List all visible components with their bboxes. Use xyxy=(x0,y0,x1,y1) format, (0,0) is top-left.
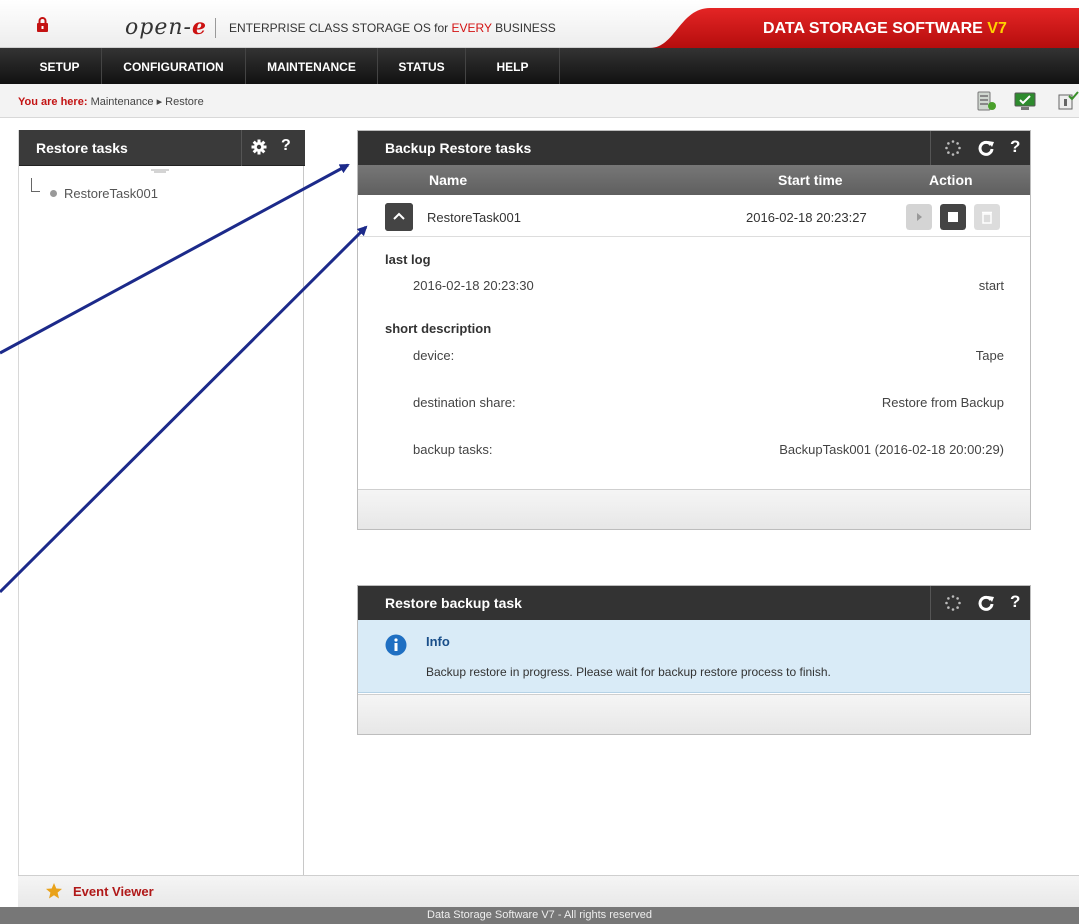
panel-title: Restore backup task xyxy=(385,595,522,611)
event-viewer-bar[interactable]: Event Viewer xyxy=(18,875,1079,907)
resize-grip-icon[interactable] xyxy=(149,169,171,174)
restore-backup-task-panel: Restore backup task ? Info Backup restor… xyxy=(357,585,1031,735)
event-viewer-label[interactable]: Event Viewer xyxy=(73,884,154,899)
spinner-icon[interactable] xyxy=(945,140,961,156)
refresh-icon[interactable] xyxy=(977,594,995,612)
nav-help[interactable]: HELP xyxy=(466,48,560,84)
last-log-time: 2016-02-18 20:23:30 xyxy=(413,278,534,293)
refresh-icon[interactable] xyxy=(977,139,995,157)
nav-setup[interactable]: SETUP xyxy=(18,48,102,84)
app-footer: Data Storage Software V7 - All rights re… xyxy=(0,907,1079,924)
last-log-label: last log xyxy=(385,252,431,267)
server-icon[interactable] xyxy=(975,90,997,112)
short-description-label: short description xyxy=(385,321,492,336)
nav-status[interactable]: STATUS xyxy=(378,48,466,84)
header-divider xyxy=(930,586,931,620)
column-start-time[interactable]: Start time xyxy=(778,172,843,188)
main-nav: SETUP CONFIGURATION MAINTENANCE STATUS H… xyxy=(0,48,1079,84)
gear-icon[interactable] xyxy=(251,139,267,155)
device-label: device: xyxy=(413,348,455,363)
nav-configuration[interactable]: CONFIGURATION xyxy=(102,48,246,84)
info-message: Info Backup restore in progress. Please … xyxy=(358,620,1030,693)
help-icon[interactable]: ? xyxy=(1010,137,1020,157)
panel-header: Restore backup task ? xyxy=(358,586,1030,620)
panel-footer xyxy=(358,694,1030,734)
destination-share-label: destination share: xyxy=(413,395,516,410)
lock-icon[interactable] xyxy=(37,17,48,32)
stop-button[interactable] xyxy=(940,204,966,230)
brand-title: DATA STORAGE SOFTWARE V7 xyxy=(763,20,1007,37)
restore-tasks-header: Restore tasks ? xyxy=(19,130,305,166)
star-icon xyxy=(46,883,62,899)
column-action: Action xyxy=(929,172,973,188)
panel-header: Backup Restore tasks ? xyxy=(358,131,1030,165)
monitor-check-icon[interactable] xyxy=(1014,90,1036,112)
restore-tasks-title: Restore tasks xyxy=(36,140,128,156)
copyright-text: Data Storage Software V7 - All rights re… xyxy=(427,909,652,921)
header-tagline: ENTERPRISE CLASS STORAGE OS for EVERY BU… xyxy=(229,21,556,35)
info-check-icon[interactable] xyxy=(1057,90,1079,112)
header-divider xyxy=(241,130,242,166)
panel-footer xyxy=(358,489,1030,529)
column-name[interactable]: Name xyxy=(429,172,467,188)
play-button[interactable] xyxy=(906,204,932,230)
tree-node-dot-icon xyxy=(50,190,57,197)
panel-title: Backup Restore tasks xyxy=(385,140,532,156)
breadcrumb-path[interactable]: Maintenance ▸ Restore xyxy=(91,96,204,108)
info-icon xyxy=(385,634,407,656)
backup-tasks-value: BackupTask001 (2016-02-18 20:00:29) xyxy=(779,442,1004,457)
backup-tasks-label: backup tasks: xyxy=(413,442,493,457)
device-value: Tape xyxy=(975,348,1004,363)
collapse-button[interactable] xyxy=(385,203,413,231)
task-start-time: 2016-02-18 20:23:27 xyxy=(746,210,867,225)
header-divider xyxy=(215,18,216,38)
delete-button[interactable] xyxy=(974,204,1000,230)
app-header: open-e ENTERPRISE CLASS STORAGE OS for E… xyxy=(0,0,1079,48)
tree-item-restoretask001[interactable]: RestoreTask001 xyxy=(64,186,158,201)
tree-connector xyxy=(31,178,40,192)
help-icon[interactable]: ? xyxy=(1010,592,1020,612)
info-text: Backup restore in progress. Please wait … xyxy=(426,665,831,679)
restore-tasks-panel: Restore tasks ? RestoreTask001 xyxy=(18,130,305,875)
backup-restore-tasks-panel: Backup Restore tasks ? Name Start time A… xyxy=(357,130,1031,530)
table-header: Name Start time Action xyxy=(358,165,1030,195)
info-title: Info xyxy=(426,634,450,649)
help-icon[interactable]: ? xyxy=(281,137,291,155)
last-log-value: start xyxy=(978,278,1004,293)
breadcrumb: You are here: Maintenance ▸ Restore xyxy=(18,96,204,108)
nav-maintenance[interactable]: MAINTENANCE xyxy=(246,48,378,84)
open-e-logo: open-e xyxy=(125,14,207,40)
spinner-icon[interactable] xyxy=(945,595,961,611)
header-divider xyxy=(930,131,931,165)
task-name: RestoreTask001 xyxy=(427,210,521,225)
destination-share-value: Restore from Backup xyxy=(881,395,1004,410)
